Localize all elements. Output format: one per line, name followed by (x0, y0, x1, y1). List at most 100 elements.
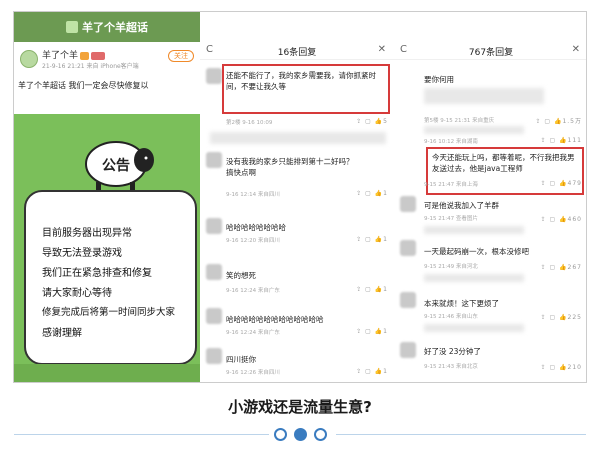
comment-actions[interactable]: ⇪ ▢ 👍111 (541, 137, 582, 144)
avatar (206, 264, 222, 280)
divider-left (14, 434, 269, 435)
comment-meta: 9-15 21:43 来自北京 (424, 364, 478, 370)
replies-header: C 16条回复 ✕ (200, 42, 394, 60)
comment-text: 还能不能行了，我的家乡需要我，请你抓紧时间，不要让我久等 (226, 71, 376, 91)
caption: 小游戏还是流量生意? (228, 398, 372, 416)
avatar (206, 348, 222, 364)
replies-header: C 767条回复 ✕ (394, 42, 586, 60)
notice-line-4: 请大家耐心等待 (42, 288, 112, 299)
avatar (400, 240, 416, 256)
level-badge-icon (80, 51, 90, 60)
comment-text: 好了没 23分钟了 (424, 347, 481, 356)
post-meta: 21-9-16 21:21 来自 iPhone客户端 (42, 63, 139, 70)
divider-right (336, 434, 586, 435)
avatar (400, 292, 416, 308)
comment-text: 哈哈哈哈哈哈哈哈哈哈哈哈哈 (226, 315, 324, 324)
comment-text: 可是他说我加入了羊群 (424, 201, 499, 210)
like-count: 1 (383, 368, 388, 375)
comment-actions[interactable]: ⇪ ▢ 👍1 (356, 328, 388, 335)
avatar (206, 68, 222, 84)
like-count: 479 (567, 180, 582, 187)
blurred-row (424, 88, 544, 104)
comment-meta: 9-16 12:24 来自广东 (226, 288, 280, 294)
follow-button[interactable]: 关注 (168, 50, 194, 62)
comment-actions[interactable]: ⇪ ▢ 👍1 (356, 286, 388, 293)
replies-title: 16条回复 (277, 48, 317, 58)
like-count: 1 (383, 190, 388, 197)
blurred-row (424, 126, 524, 134)
notice-line-3: 我们正在紧急排查和修复 (42, 268, 152, 279)
like-count: 1 (383, 286, 388, 293)
close-icon[interactable]: ✕ (572, 44, 580, 55)
supertopic-icon (66, 21, 78, 33)
comment-actions[interactable]: ⇪ ▢ 👍225 (541, 314, 582, 321)
comment-text: 今天还能玩上吗，都等着呢，不行我把我男友送过去，他是java工程师 (432, 153, 575, 173)
comment-actions[interactable]: ⇪ ▢ 👍267 (541, 264, 582, 271)
notice-line-1: 目前服务器出现异常 (42, 228, 132, 239)
like-count: 225 (567, 314, 582, 321)
comment-meta: 第5楼 9-15 21:31 来自重庆 (424, 118, 495, 124)
bottom-bar (14, 364, 200, 382)
post-text: 羊了个羊超话 我们一定会尽快修复以 (18, 81, 149, 90)
sheep-notice-icon: 公告 (85, 141, 154, 190)
comment-actions[interactable]: ⇪ ▢ 👍5 (356, 118, 388, 125)
close-icon[interactable]: ✕ (378, 44, 386, 55)
post-card: 羊了个羊 21-9-16 21:21 来自 iPhone客户端 关注 羊了个羊超… (14, 42, 200, 114)
comment-actions[interactable]: ⇪ ▢ 👍1 (356, 236, 388, 243)
comment-text: 哈哈哈哈哈哈哈哈 (226, 223, 286, 232)
carousel-dot[interactable] (314, 428, 327, 441)
comment-text: 本来就烦！这下更烦了 (424, 299, 499, 308)
replies-panel-16: C 16条回复 ✕ 还能不能行了，我的家乡需要我，请你抓紧时间，不要让我久等 第… (200, 12, 394, 382)
like-count: 1.5万 (562, 118, 582, 125)
like-count: 1 (383, 236, 388, 243)
comment-text: 一天最起码崩一次，根本没修吧 (424, 247, 529, 256)
like-count: 460 (567, 216, 582, 223)
carousel-dot-active[interactable] (294, 428, 307, 441)
supertopic-title: 羊了个羊超话 (82, 21, 148, 34)
blurred-row (424, 324, 524, 332)
blurred-row (424, 226, 524, 234)
comment-meta: 第2楼 9-16 10:09 (226, 120, 273, 126)
replies-panel-767: C 767条回复 ✕ 要你何用 第5楼 9-15 21:31 来自重庆 ⇪ ▢ … (394, 12, 586, 382)
like-count: 267 (567, 264, 582, 271)
like-count: 1 (383, 328, 388, 335)
avatar (206, 218, 222, 234)
notice-line-5: 修复完成后将第一时间同步大家 (42, 307, 176, 318)
notice-line-6: 感谢理解 (42, 328, 82, 339)
comment-actions[interactable]: ⇪ ▢ 👍460 (541, 216, 582, 223)
carousel-dot[interactable] (274, 428, 287, 441)
comment-meta: 9-15 21:49 来自河北 (424, 264, 478, 270)
comment-actions[interactable]: ⇪ ▢ 👍210 (541, 364, 582, 371)
username[interactable]: 羊了个羊 (42, 48, 106, 61)
comment-actions[interactable]: ⇪ ▢ 👍479 (541, 180, 582, 187)
comment-actions[interactable]: ⇪ ▢ 👍1 (356, 368, 388, 375)
comment-actions[interactable]: ⇪ ▢ 👍1 (356, 190, 388, 197)
comment-meta: 9-16 12:14 来自四川 (226, 192, 280, 198)
like-count: 111 (567, 137, 582, 144)
username-text: 羊了个羊 (42, 51, 79, 61)
blurred-row (210, 132, 386, 144)
replies-title: 767条回复 (468, 48, 514, 58)
supertopic-header[interactable]: 羊了个羊超话 (14, 12, 200, 42)
comment-meta: 9-16 12:24 来自广东 (226, 330, 280, 336)
comment-meta: 9-15 21:47 来自上海 (424, 182, 478, 188)
comment-meta: 9-16 12:26 来自四川 (226, 370, 280, 376)
vip-badge-icon (91, 51, 106, 60)
avatar (400, 196, 416, 212)
comment-text: 笑的想死 (226, 271, 256, 280)
comment-text: 四川挺你 (226, 355, 256, 364)
avatar (400, 342, 416, 358)
comment-text: 没有我我的家乡只能排到第十二好吗？搞快点啊 (226, 157, 354, 177)
notice-line-2: 导致无法登录游戏 (42, 248, 122, 259)
comment-actions[interactable]: ⇪ ▢ 👍1.5万 (535, 116, 582, 125)
notice-label: 公告 (102, 157, 130, 174)
comment-meta: 9-15 21:46 来自山东 (424, 314, 478, 320)
like-count: 5 (383, 118, 388, 125)
comment-meta: 9-16 10:12 来自湖南 (424, 139, 478, 145)
avatar[interactable] (20, 50, 38, 68)
comment-meta: 9-15 21:47 查看图片 (424, 216, 478, 222)
screenshot-collage: 羊了个羊超话 羊了个羊 21-9-16 21:21 来自 iPhone客户端 关… (13, 11, 587, 383)
avatar (206, 308, 222, 324)
avatar (206, 152, 222, 168)
comment-text: 要你何用 (424, 75, 454, 84)
